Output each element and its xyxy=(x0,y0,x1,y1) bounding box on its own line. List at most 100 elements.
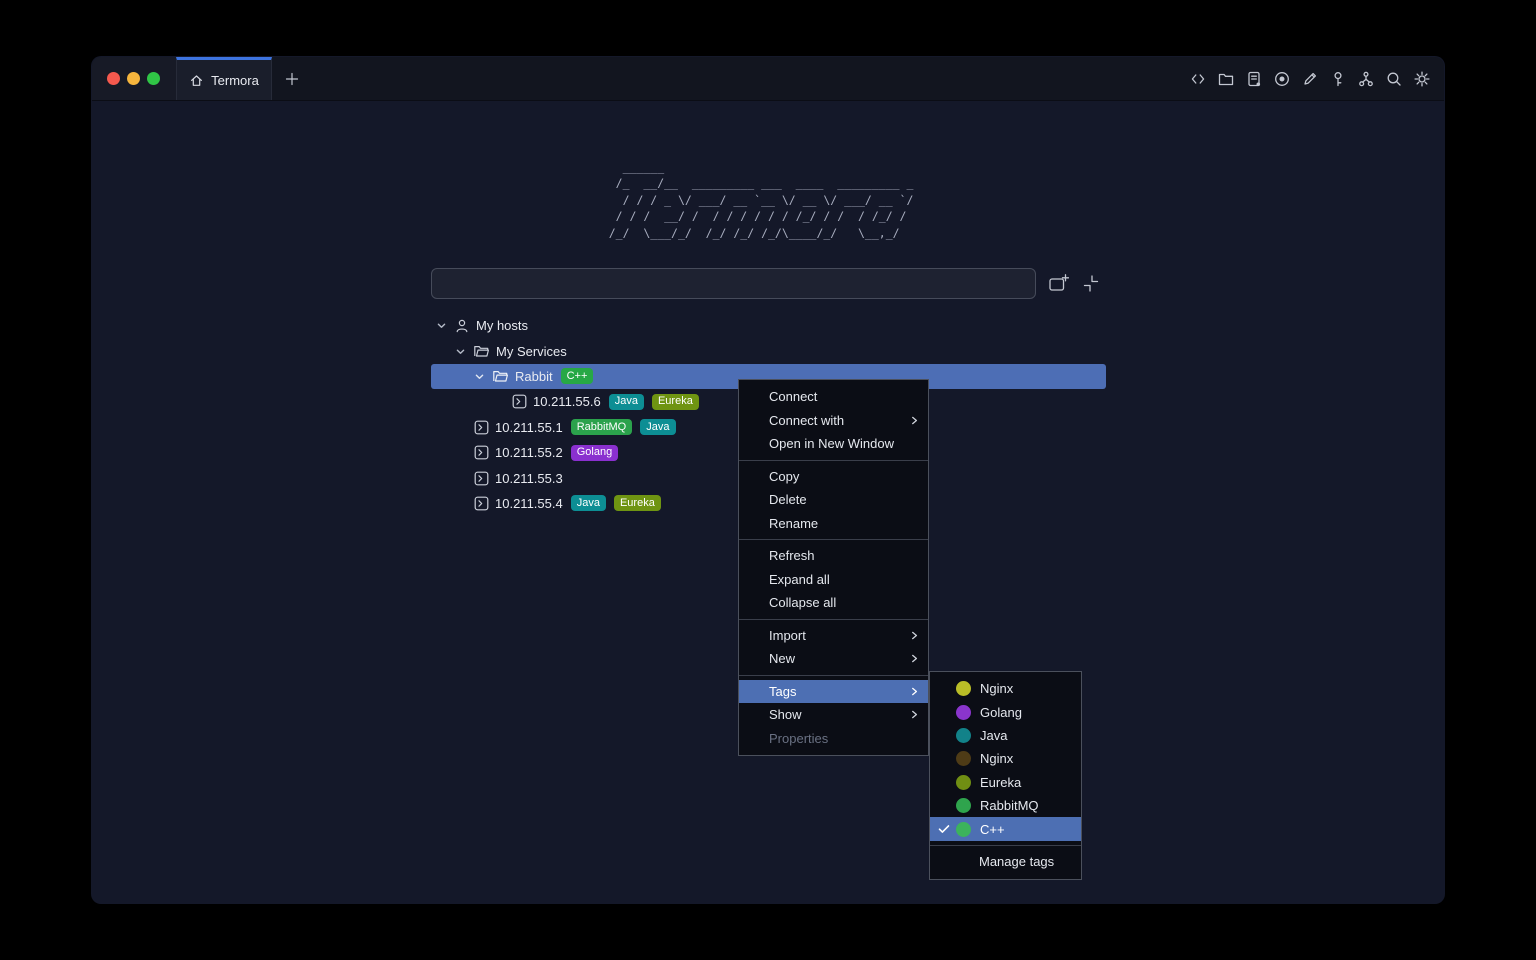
menu-item-copy[interactable]: Copy xyxy=(739,465,928,489)
menu-item-tags[interactable]: Tags xyxy=(739,680,928,704)
tree-label: 10.211.55.1 xyxy=(495,420,563,435)
menu-item-collapse-all[interactable]: Collapse all xyxy=(739,591,928,615)
tabbar-spacer xyxy=(312,57,1189,100)
home-icon xyxy=(189,73,204,88)
menu-separator xyxy=(739,619,928,620)
tree-label: My Services xyxy=(496,344,567,359)
person-icon xyxy=(454,318,470,334)
menu-item-connect[interactable]: Connect xyxy=(739,385,928,409)
tag-color-dot xyxy=(956,775,971,790)
menu-item-label: Tags xyxy=(769,684,796,699)
tag-badge: C++ xyxy=(561,368,594,384)
tree-label: 10.211.55.2 xyxy=(495,445,563,460)
code-icon[interactable] xyxy=(1189,70,1207,88)
menu-item-label: Delete xyxy=(769,492,807,507)
submenu-arrow-icon xyxy=(910,686,919,697)
menu-item-new[interactable]: New xyxy=(739,647,928,671)
tab-termora[interactable]: Termora xyxy=(176,57,272,100)
check-icon xyxy=(938,824,956,834)
minimize-window-button[interactable] xyxy=(127,72,140,85)
tag-badge: RabbitMQ xyxy=(571,419,633,435)
tree-label: 10.211.55.4 xyxy=(495,496,563,511)
menu-item-label: Import xyxy=(769,628,806,643)
menu-item-label: Properties xyxy=(769,731,828,746)
settings-gear-icon[interactable] xyxy=(1413,70,1431,88)
menu-item-connect-with[interactable]: Connect with xyxy=(739,409,928,433)
tag-item-eureka[interactable]: Eureka xyxy=(930,771,1081,794)
tag-item-label: Java xyxy=(980,728,1007,743)
menu-item-import[interactable]: Import xyxy=(739,624,928,648)
tags-submenu: Nginx Golang Java Nginx Eureka xyxy=(929,671,1082,880)
tag-item-cpp[interactable]: C++ xyxy=(930,817,1081,840)
tag-item-label: Nginx xyxy=(980,751,1013,766)
tag-color-dot xyxy=(956,681,971,696)
tag-item-golang[interactable]: Golang xyxy=(930,700,1081,723)
close-window-button[interactable] xyxy=(107,72,120,85)
terminal-icon xyxy=(474,420,489,435)
log-icon[interactable] xyxy=(1245,70,1263,88)
tree-row-my-services[interactable]: My Services xyxy=(431,338,1106,363)
host-search-row xyxy=(431,268,1101,299)
host-search-input[interactable] xyxy=(431,268,1036,299)
menu-item-properties: Properties xyxy=(739,727,928,751)
menu-item-delete[interactable]: Delete xyxy=(739,488,928,512)
menu-item-label: Manage tags xyxy=(979,854,1054,869)
tree-row-my-hosts[interactable]: My hosts xyxy=(431,313,1106,338)
chevron-down-icon[interactable] xyxy=(454,345,467,358)
zoom-window-button[interactable] xyxy=(147,72,160,85)
termora-ascii-logo: ______ /_ __/__ _________ ___ ____ _____… xyxy=(609,159,928,241)
terminal-icon xyxy=(474,471,489,486)
tag-item-label: Eureka xyxy=(980,775,1021,790)
menu-item-label: Refresh xyxy=(769,548,815,563)
menu-item-expand-all[interactable]: Expand all xyxy=(739,568,928,592)
add-host-icon[interactable] xyxy=(1047,273,1069,294)
menu-item-rename[interactable]: Rename xyxy=(739,512,928,536)
tree-label: Rabbit xyxy=(515,369,553,384)
menu-item-show[interactable]: Show xyxy=(739,703,928,727)
submenu-arrow-icon xyxy=(910,630,919,641)
search-actions xyxy=(1047,273,1101,294)
tab-bar: Termora xyxy=(92,57,1444,101)
collapse-all-icon[interactable] xyxy=(1081,274,1101,293)
keychain-icon[interactable] xyxy=(1357,70,1375,88)
menu-item-label: Copy xyxy=(769,469,799,484)
edit-icon[interactable] xyxy=(1301,70,1319,88)
tag-item-label: Nginx xyxy=(980,681,1013,696)
record-icon[interactable] xyxy=(1273,70,1291,88)
terminal-icon xyxy=(512,394,527,409)
menu-item-open-in-new-window[interactable]: Open in New Window xyxy=(739,432,928,456)
tag-item-label: C++ xyxy=(980,822,1005,837)
new-tab-button[interactable] xyxy=(272,57,312,100)
menu-item-label: Expand all xyxy=(769,572,830,587)
toolbar xyxy=(1189,57,1444,100)
menu-item-refresh[interactable]: Refresh xyxy=(739,544,928,568)
tag-item-rabbitmq[interactable]: RabbitMQ xyxy=(930,794,1081,817)
menu-separator xyxy=(739,460,928,461)
terminal-icon xyxy=(474,445,489,460)
menu-item-manage-tags[interactable]: Manage tags xyxy=(930,850,1081,874)
tag-color-dot xyxy=(956,728,971,743)
chevron-down-icon[interactable] xyxy=(435,319,448,332)
submenu-arrow-icon xyxy=(910,653,919,664)
menu-item-label: Show xyxy=(769,707,802,722)
tag-item-label: Golang xyxy=(980,705,1022,720)
terminal-icon xyxy=(474,496,489,511)
tag-color-dot xyxy=(956,751,971,766)
menu-separator xyxy=(739,539,928,540)
tag-item-java[interactable]: Java xyxy=(930,724,1081,747)
search-icon[interactable] xyxy=(1385,70,1403,88)
tag-color-dot xyxy=(956,705,971,720)
chevron-down-icon[interactable] xyxy=(473,370,486,383)
menu-separator xyxy=(930,845,1081,846)
tree-label: My hosts xyxy=(476,318,528,333)
tag-item-nginx[interactable]: Nginx xyxy=(930,677,1081,700)
key-icon[interactable] xyxy=(1329,70,1347,88)
tag-item-nginx-2[interactable]: Nginx xyxy=(930,747,1081,770)
submenu-arrow-icon xyxy=(910,709,919,720)
menu-item-label: Rename xyxy=(769,516,818,531)
tag-badge: Java xyxy=(609,394,644,410)
submenu-arrow-icon xyxy=(910,415,919,426)
folder-open-icon xyxy=(473,344,490,358)
tag-color-dot xyxy=(956,822,971,837)
folder-icon[interactable] xyxy=(1217,70,1235,88)
